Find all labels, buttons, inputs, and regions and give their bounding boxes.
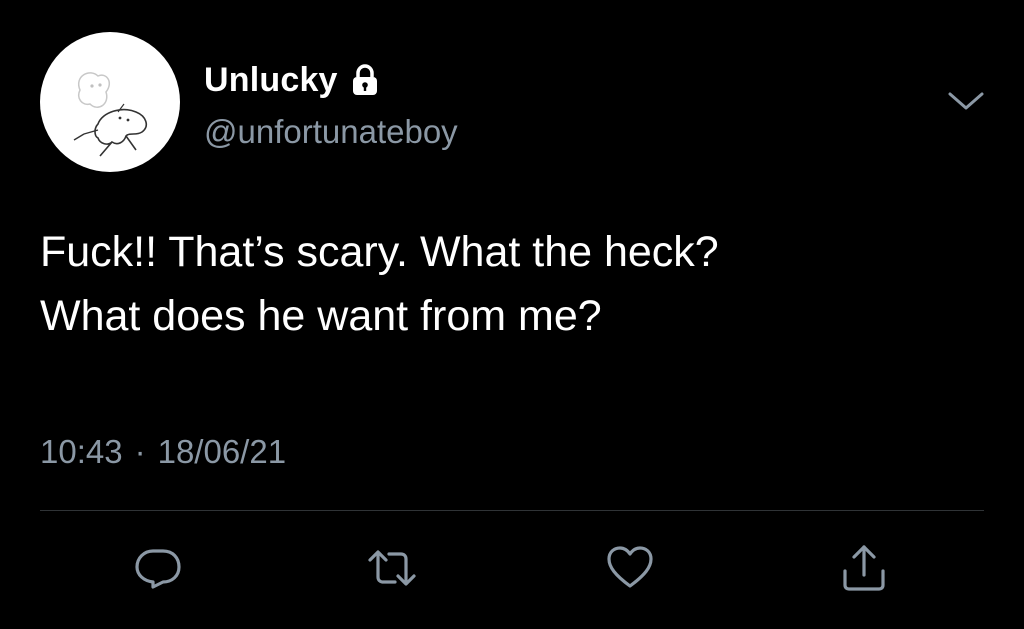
tweet-text-line: What does he want from me? xyxy=(40,292,602,340)
reply-button[interactable] xyxy=(130,540,186,596)
tweet-text: Fuck!! That’s scary. What the heck? What… xyxy=(40,220,990,348)
retweet-icon xyxy=(368,550,416,586)
cartoon-ghost-avatar-icon xyxy=(73,72,148,157)
heart-icon xyxy=(607,546,653,588)
share-icon xyxy=(843,545,885,591)
like-button[interactable] xyxy=(602,540,658,596)
retweet-button[interactable] xyxy=(364,540,420,596)
author-name-row: Unlucky xyxy=(204,58,380,102)
tweet-time: 10:43 xyxy=(40,433,123,470)
share-button[interactable] xyxy=(836,540,892,596)
divider xyxy=(40,510,984,511)
chevron-down-icon[interactable] xyxy=(944,86,988,116)
timestamp-separator: · xyxy=(134,433,146,470)
tweet-date: 18/06/21 xyxy=(157,433,287,470)
reply-icon xyxy=(135,549,181,589)
tweet-detail: Unlucky @unfortunateboy Fuck!! That’s sc… xyxy=(0,0,1024,629)
lock-icon xyxy=(350,63,380,97)
avatar[interactable] xyxy=(40,32,180,172)
author-handle[interactable]: @unfortunateboy xyxy=(204,110,458,154)
tweet-text-line: Fuck!! That’s scary. What the heck? xyxy=(40,228,719,276)
tweet-timestamp[interactable]: 10:43 · 18/06/21 xyxy=(40,430,286,474)
author-display-name[interactable]: Unlucky xyxy=(204,61,338,100)
